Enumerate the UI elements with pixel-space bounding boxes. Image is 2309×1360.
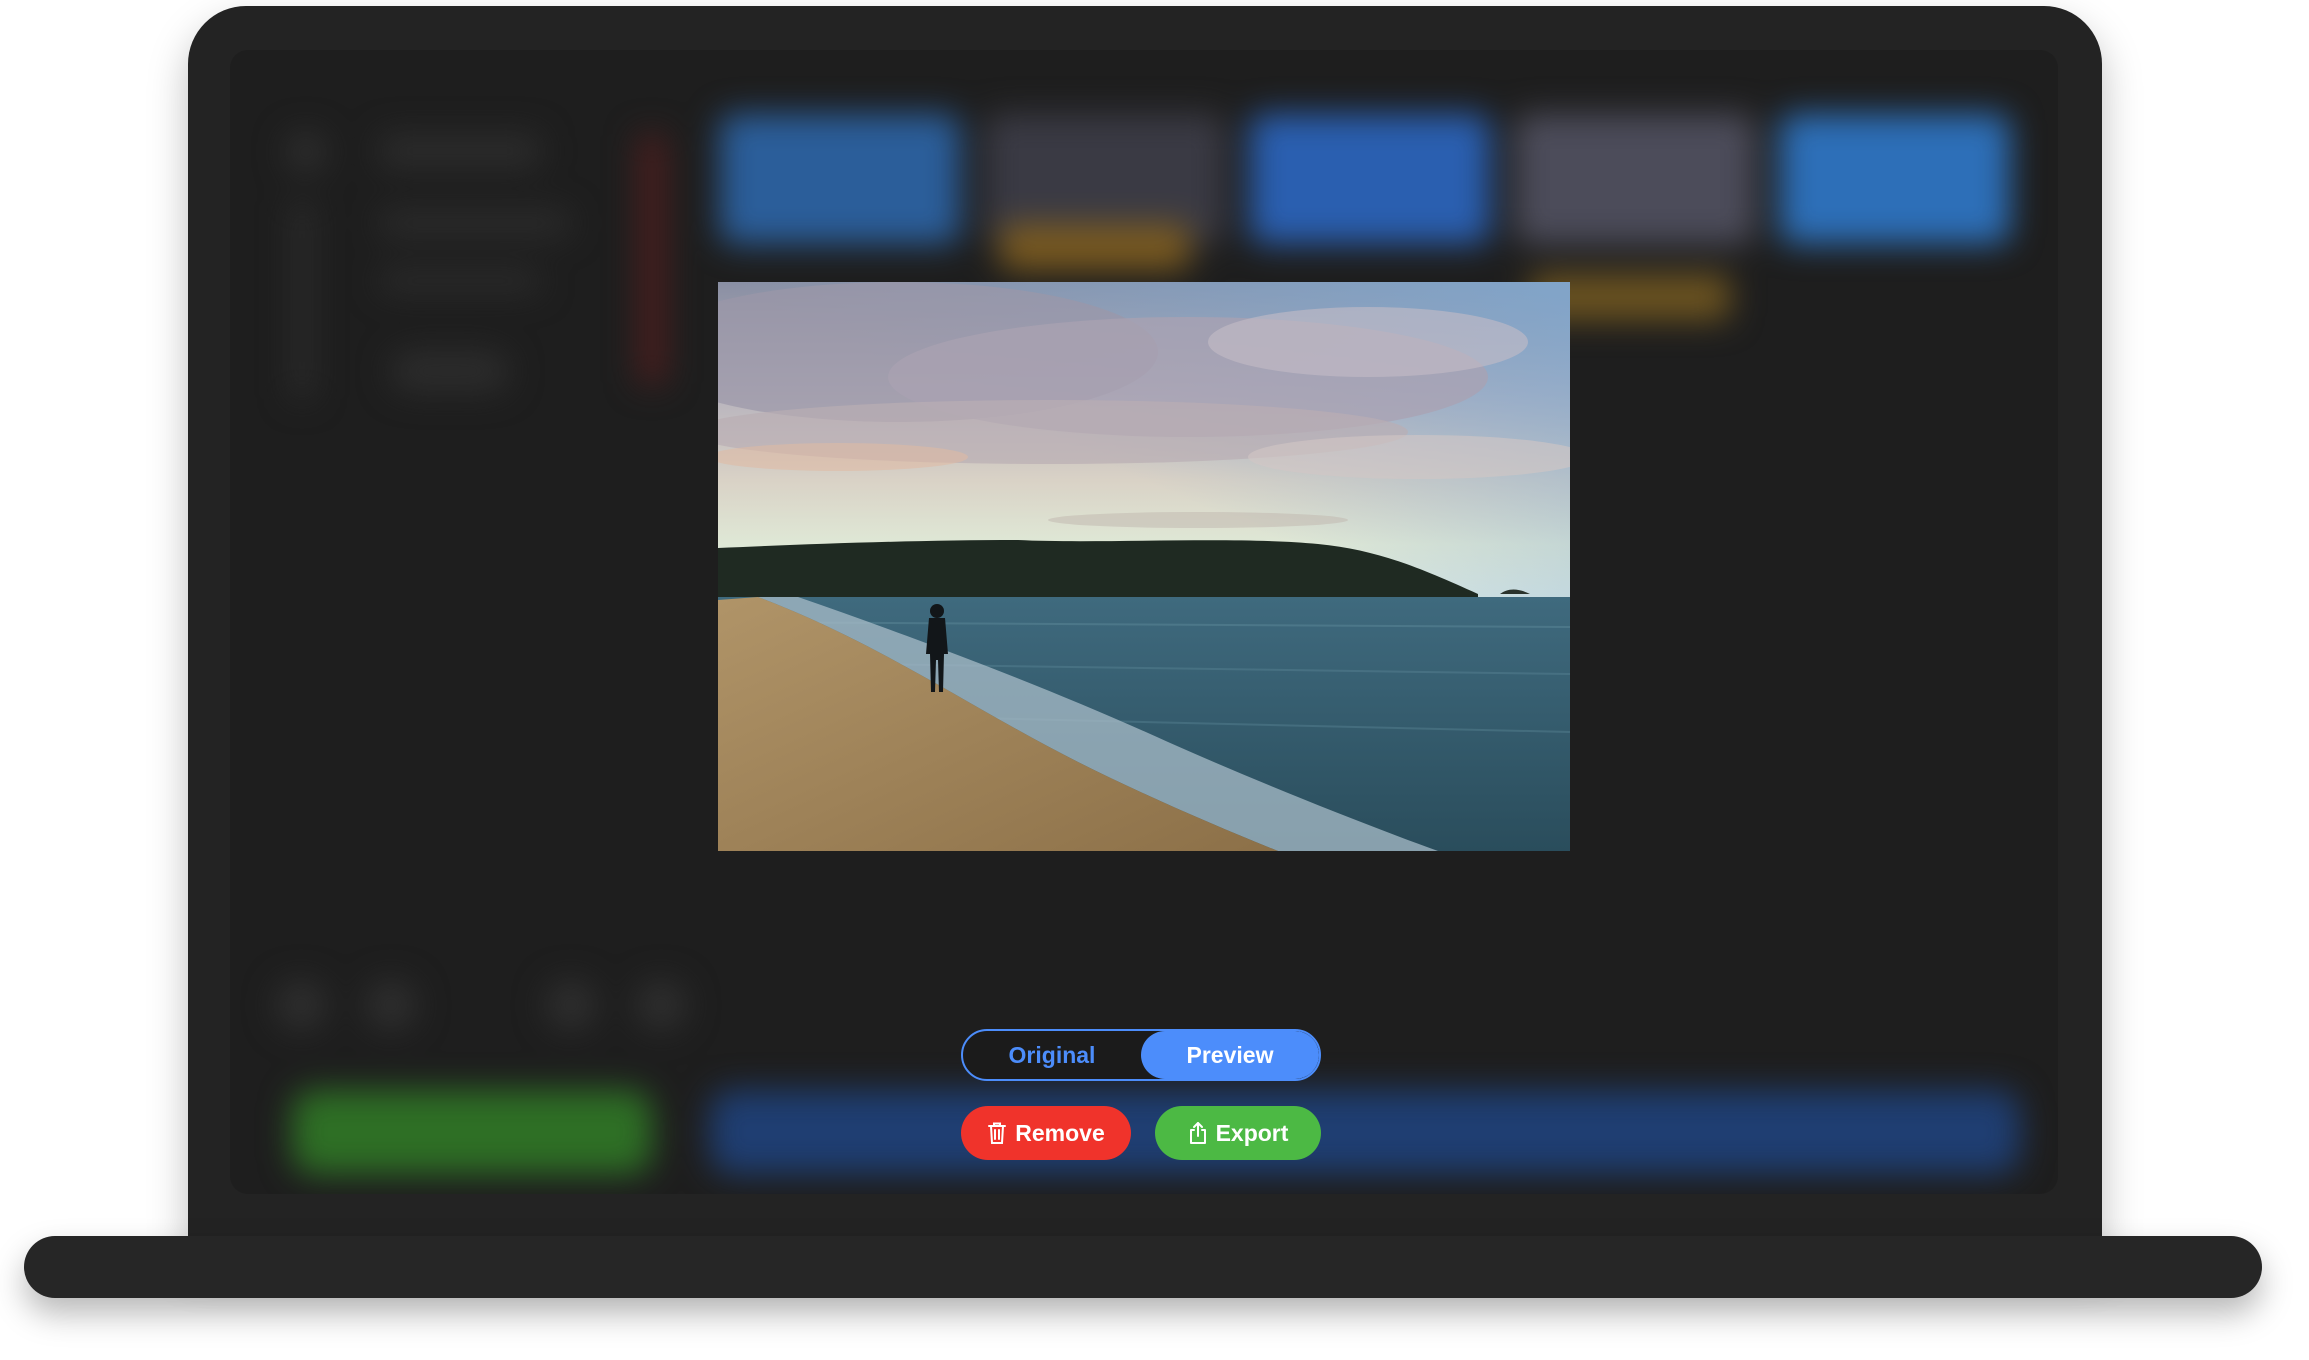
app-screen: Original Preview Remove Export bbox=[230, 50, 2058, 1194]
bg-thumbnail bbox=[1780, 114, 2010, 244]
original-preview-toggle[interactable]: Original Preview bbox=[961, 1029, 1321, 1081]
laptop-base bbox=[24, 1236, 2262, 1298]
toggle-original[interactable]: Original bbox=[963, 1031, 1141, 1079]
bg-title-line bbox=[380, 134, 540, 168]
bg-thumbnail bbox=[1250, 114, 1490, 244]
export-label: Export bbox=[1215, 1119, 1289, 1146]
bg-toolbar-icon bbox=[276, 980, 326, 1030]
export-button[interactable]: Export bbox=[1155, 1106, 1321, 1160]
bg-sidebar-icon bbox=[286, 132, 326, 172]
bg-thumbnail-caption bbox=[1000, 224, 1190, 270]
bg-thumbnail bbox=[1515, 114, 1755, 244]
share-icon bbox=[1188, 1121, 1208, 1145]
bg-thumbnail-row bbox=[720, 114, 2010, 320]
laptop-lid: Original Preview Remove Export bbox=[188, 6, 2102, 1256]
bg-toolbar-icon bbox=[546, 980, 596, 1030]
bg-pill bbox=[390, 350, 510, 392]
bg-text-line bbox=[380, 210, 570, 236]
bg-toolbar-icon bbox=[636, 980, 686, 1030]
bg-toolbar-icon bbox=[366, 980, 416, 1030]
bg-red-strip bbox=[638, 134, 666, 384]
bg-text-line bbox=[380, 270, 540, 292]
remove-label: Remove bbox=[1015, 1119, 1105, 1146]
photo-preview bbox=[718, 282, 1570, 851]
bg-thumbnail bbox=[720, 114, 960, 244]
remove-button[interactable]: Remove bbox=[961, 1106, 1131, 1160]
bg-green-button bbox=[292, 1090, 652, 1174]
bg-blue-bar bbox=[710, 1090, 2020, 1174]
toggle-preview[interactable]: Preview bbox=[1141, 1031, 1319, 1079]
bg-sidebar-line bbox=[292, 200, 312, 400]
trash-icon bbox=[987, 1121, 1007, 1145]
